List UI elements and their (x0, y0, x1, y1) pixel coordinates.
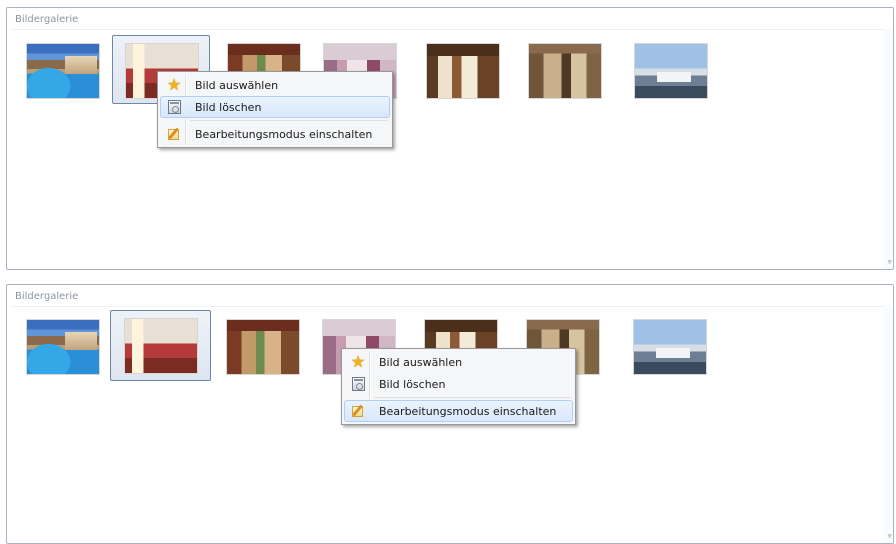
menu-item-delete-image[interactable]: Bild löschen (344, 373, 573, 395)
photo-view (633, 319, 707, 375)
menu-separator (374, 397, 571, 398)
menu-item-edit-mode[interactable]: Bearbeitungsmodus einschalten (344, 400, 573, 422)
menu-item-label: Bild löschen (195, 100, 262, 114)
photo-lobby (528, 43, 602, 99)
thumbnail-item[interactable] (13, 36, 111, 105)
menu-item-select-image[interactable]: ★ Bild auswählen (160, 74, 390, 96)
menu-item-edit-mode[interactable]: Bearbeitungsmodus einschalten (160, 123, 390, 145)
context-menu: ★ Bild auswählen Bild löschen Bearbeitun… (341, 348, 576, 425)
photo-pool (26, 319, 100, 375)
gallery-panel: Bildergalerie ▼ (6, 7, 894, 270)
menu-item-select-image[interactable]: ★ Bild auswählen (344, 351, 573, 373)
photo-room (124, 318, 198, 374)
photo-dining (426, 43, 500, 99)
scrollbar[interactable]: ▼ (884, 29, 893, 269)
gallery-title: Bildergalerie (15, 291, 79, 302)
context-menu: ★ Bild auswählen Bild löschen Bearbeitun… (157, 71, 393, 148)
photo-view (634, 43, 708, 99)
thumbnail-item[interactable] (515, 36, 613, 105)
scroll-down-arrow-icon[interactable]: ▼ (887, 534, 892, 540)
photo-bar (226, 319, 300, 375)
gallery-title: Bildergalerie (15, 14, 79, 25)
thumbnail-item-selected[interactable] (110, 310, 211, 381)
photo-pool (26, 43, 100, 99)
menu-item-label: Bearbeitungsmodus einschalten (379, 404, 557, 418)
menu-item-label: Bild auswählen (195, 78, 279, 92)
thumbnail-item[interactable] (621, 36, 719, 105)
edit-icon (163, 124, 185, 144)
thumbnail-item[interactable] (413, 36, 511, 105)
delete-image-icon (347, 374, 369, 394)
menu-item-label: Bild löschen (379, 377, 446, 391)
menu-item-delete-image[interactable]: Bild löschen (160, 96, 390, 118)
star-icon: ★ (166, 75, 182, 94)
scroll-down-arrow-icon[interactable]: ▼ (887, 260, 892, 266)
delete-image-icon (163, 97, 185, 117)
menu-item-label: Bearbeitungsmodus einschalten (195, 127, 373, 141)
thumbnail-item[interactable] (213, 312, 311, 381)
thumbnail-item[interactable] (13, 312, 111, 381)
scrollbar[interactable]: ▼ (884, 306, 893, 543)
thumbnail-item[interactable] (620, 312, 718, 381)
menu-separator (190, 120, 388, 121)
star-icon: ★ (350, 352, 366, 371)
menu-item-label: Bild auswählen (379, 355, 463, 369)
edit-icon (347, 401, 369, 421)
